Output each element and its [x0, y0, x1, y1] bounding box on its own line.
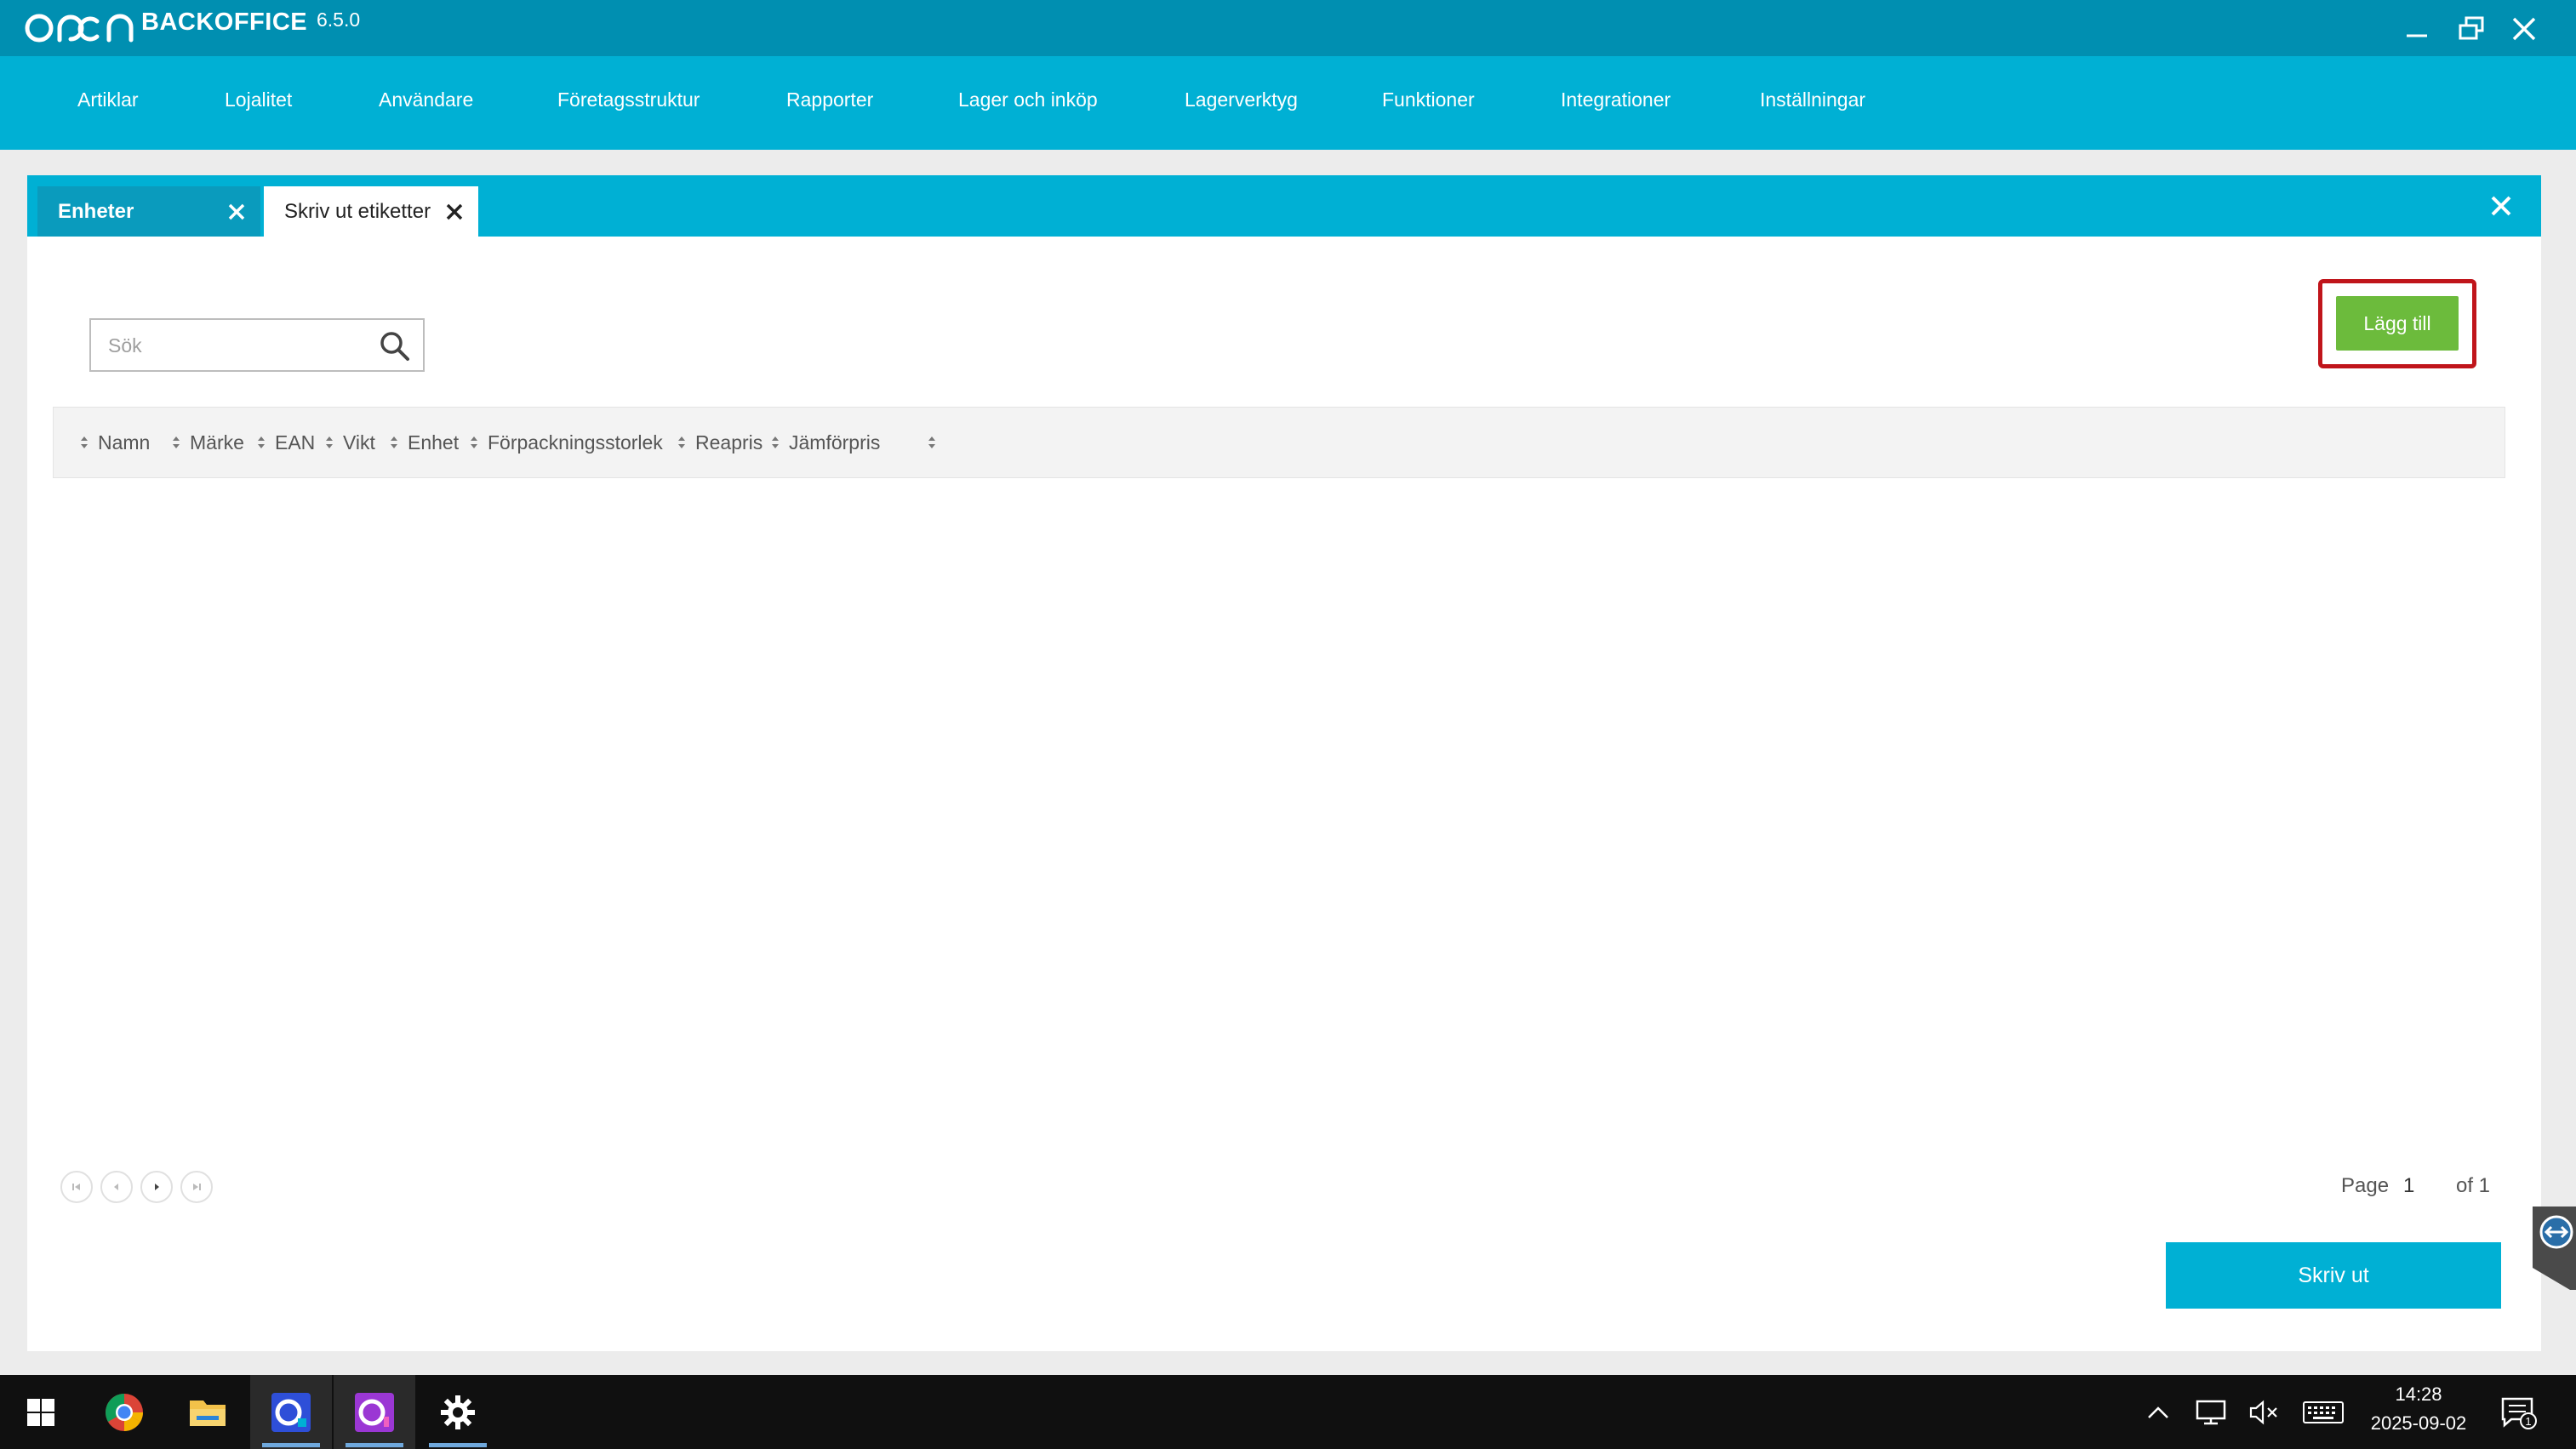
- column-header-vikt[interactable]: Vikt: [324, 430, 375, 455]
- remote-support-icon[interactable]: [2526, 1201, 2576, 1295]
- settings-icon[interactable]: [417, 1375, 499, 1449]
- previous-page-button[interactable]: [100, 1171, 133, 1203]
- column-label: Enhet: [408, 431, 460, 454]
- app-brand: BACKOFFICE: [141, 9, 308, 36]
- column-header-enhet[interactable]: Enhet: [389, 430, 459, 455]
- column-label: Märke: [190, 431, 244, 454]
- search-icon[interactable]: [379, 330, 411, 362]
- first-page-icon: [72, 1184, 80, 1190]
- sort-icon: [81, 436, 88, 448]
- title-bar: BACKOFFICE 6.5.0: [0, 0, 2576, 56]
- previous-page-icon: [114, 1184, 118, 1190]
- column-label: Namn: [98, 431, 151, 454]
- sort-icon: [772, 436, 779, 448]
- start-icon[interactable]: [0, 1375, 82, 1449]
- keyboard-icon[interactable]: [2298, 1392, 2349, 1433]
- sort-icon: [258, 436, 265, 448]
- page-label: Page: [2341, 1174, 2390, 1197]
- active-indicator: [429, 1443, 487, 1447]
- close-tab-icon[interactable]: [226, 202, 247, 222]
- nav-item-lagerverktyg[interactable]: Lagerverktyg: [1185, 88, 1298, 111]
- sort-icon: [471, 436, 477, 448]
- page-number[interactable]: 1: [2403, 1174, 2414, 1198]
- app-logo: [24, 7, 134, 49]
- table-header: Namn Märke EAN Vikt Enhet Förpackningsst…: [53, 407, 2505, 478]
- column-header-marke[interactable]: Märke: [171, 430, 244, 455]
- tab-skriv-ut-etiketter[interactable]: Skriv ut etiketter: [264, 186, 478, 237]
- nav-item-integrationer[interactable]: Integrationer: [1561, 88, 1671, 111]
- sort-icon: [326, 436, 333, 448]
- tab-label: Skriv ut etiketter: [284, 200, 431, 223]
- nav-item-funktioner[interactable]: Funktioner: [1382, 88, 1475, 111]
- taskbar: 1: [0, 1375, 2576, 1449]
- tab-enheter[interactable]: Enheter: [37, 186, 260, 237]
- first-page-button[interactable]: [60, 1171, 93, 1203]
- sort-icon: [678, 436, 685, 448]
- sort-icon: [173, 436, 180, 448]
- column-header-namn[interactable]: Namn: [79, 430, 150, 455]
- close-panel-icon[interactable]: [2487, 192, 2515, 220]
- restore-icon[interactable]: [2454, 12, 2488, 46]
- column-header-forpackningsstorlek[interactable]: Förpackningsstorlek: [469, 430, 663, 455]
- page-total: of 1: [2456, 1174, 2491, 1197]
- nav-item-lager-och-inkop[interactable]: Lager och inköp: [958, 88, 1098, 111]
- column-label: Reapris: [695, 431, 763, 454]
- last-page-icon: [193, 1184, 201, 1190]
- search-box: [89, 318, 425, 372]
- add-button[interactable]: Lägg till: [2336, 296, 2459, 351]
- column-label: EAN: [275, 431, 316, 454]
- close-tab-icon[interactable]: [444, 202, 465, 222]
- sort-icon: [391, 436, 397, 448]
- column-label: Vikt: [343, 431, 375, 454]
- main-nav: Artiklar Lojalitet Användare Företagsstr…: [0, 56, 2576, 150]
- svg-text:1: 1: [2525, 1415, 2531, 1428]
- volume-muted-icon[interactable]: [2243, 1392, 2284, 1433]
- sort-icon: [928, 436, 935, 448]
- minimize-icon[interactable]: [2400, 12, 2434, 46]
- column-header-ean[interactable]: EAN: [256, 430, 315, 455]
- tab-strip: Enheter Skriv ut etiketter: [27, 175, 2541, 237]
- close-window-icon[interactable]: [2507, 12, 2541, 46]
- nav-item-rapporter[interactable]: Rapporter: [786, 88, 873, 111]
- next-page-icon: [155, 1184, 159, 1190]
- nav-item-artiklar[interactable]: Artiklar: [77, 88, 139, 111]
- active-indicator: [346, 1443, 403, 1447]
- open-backoffice-alt-icon[interactable]: [334, 1375, 415, 1449]
- nav-item-anvandare[interactable]: Användare: [379, 88, 473, 111]
- next-page-button[interactable]: [140, 1171, 173, 1203]
- active-indicator: [262, 1443, 320, 1447]
- column-header-reapris[interactable]: Reapris: [677, 430, 763, 455]
- clock-time[interactable]: 14:28: [2368, 1383, 2470, 1406]
- chevron-up-icon[interactable]: [2141, 1392, 2175, 1433]
- chrome-icon[interactable]: [83, 1375, 165, 1449]
- nav-item-installningar[interactable]: Inställningar: [1760, 88, 1865, 111]
- nav-item-foretagsstruktur[interactable]: Företagsstruktur: [557, 88, 700, 111]
- notification-icon[interactable]: 1: [2493, 1392, 2545, 1433]
- column-label: Jämförpris: [789, 431, 881, 454]
- column-header-jamforpris[interactable]: Jämförpris: [770, 430, 880, 455]
- tab-label: Enheter: [58, 200, 134, 223]
- column-header-actions[interactable]: [927, 430, 945, 455]
- column-label: Förpackningsstorlek: [488, 431, 663, 454]
- open-backoffice-icon[interactable]: [250, 1375, 332, 1449]
- nav-item-lojalitet[interactable]: Lojalitet: [225, 88, 292, 111]
- app-version: 6.5.0: [317, 9, 361, 31]
- network-icon[interactable]: [2190, 1392, 2231, 1433]
- clock-date[interactable]: 2025-09-02: [2359, 1412, 2478, 1435]
- print-button[interactable]: Skriv ut: [2166, 1242, 2501, 1309]
- file-explorer-icon[interactable]: [167, 1375, 248, 1449]
- search-input[interactable]: [108, 332, 363, 359]
- last-page-button[interactable]: [180, 1171, 213, 1203]
